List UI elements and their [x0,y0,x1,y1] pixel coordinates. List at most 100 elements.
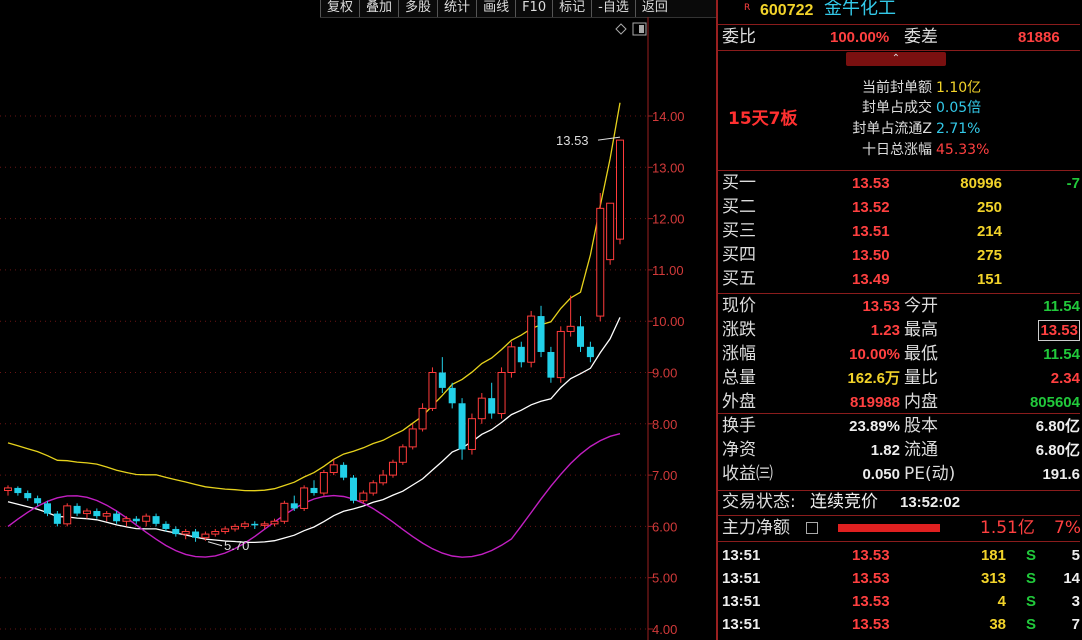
candle-body [310,487,318,494]
fund-label2: 股本 [904,416,938,436]
quote-label2: 最低 [904,344,938,364]
candle-body [340,464,348,478]
list-icon[interactable] [806,522,818,534]
main-flow-row: 主力净额 1.51亿 7% [720,517,1082,540]
candle-body [596,207,605,317]
board-streak: 15天7板 [728,109,798,129]
bid-price: 13.51 [852,223,890,240]
y-tick-label: 13.00 [652,160,685,175]
trade-status-value: 连续竞价 [810,492,878,512]
fund-row: 换手 23.89% 股本 6.80亿 [720,415,1082,438]
bid-label: 买四 [722,245,756,265]
candle-body [458,403,466,450]
tick-volume: 38 [989,616,1006,633]
fund-label: 换手 [722,416,756,436]
quote-row: 现价 13.53 今开 11.54 [720,295,1082,318]
kline-chart[interactable]: 14.00 13.00 12.00 11.00 10.00 9.00 8.00 7.00 6.0… [0,17,716,640]
y-tick-label: 14.00 [652,109,685,124]
candle-body [517,346,525,363]
toolbar-item-5[interactable]: F10 [515,0,552,17]
toolbar-item-0[interactable]: 复权 [320,0,359,17]
tick-side: S [1026,616,1037,633]
bid-row[interactable]: 买三 13.51 214 [720,220,1082,243]
toolbar-item-7[interactable]: -自选 [591,0,635,17]
board-stat-value: 2.71% [936,121,981,137]
main-flow-label: 主力净额 [722,518,790,538]
toolbar-item-3[interactable]: 统计 [437,0,476,17]
tick-row[interactable]: 13:51 13.53 313 S 14 [720,567,1082,590]
candle-body [132,518,140,522]
candle-body [290,503,298,509]
tick-count: 14 [1063,570,1080,587]
quote-row: 外盘 819988 内盘 805604 [720,391,1082,414]
candle-body [547,351,555,378]
toolbar-item-2[interactable]: 多股 [398,0,437,17]
candle-body [537,316,545,352]
toolbar-item-1[interactable]: 叠加 [359,0,398,17]
candle-body [319,472,328,494]
candle-body [616,139,624,240]
fund-value2: 191.6 [1042,466,1080,483]
quote-panel: R 600722 金牛化工 委比 100.00% 委差 81886 ⌃ 当前封单… [716,0,1082,640]
bid-volume: 275 [976,247,1002,264]
candle-body [448,387,456,404]
candle-body [300,487,309,509]
candle-body [369,482,378,494]
weibi-label: 委比 [722,27,756,47]
tick-count: 7 [1071,616,1080,633]
candle-body [477,397,486,420]
high-label: 13.53 [556,133,589,148]
quote-label: 现价 [722,296,756,316]
candle-body [221,528,230,533]
bid-row[interactable]: 买二 13.52 250 [720,196,1082,219]
y-tick-label: 7.00 [652,468,677,483]
candle-body [172,528,180,535]
toolbar-item-6[interactable]: 标记 [552,0,591,17]
bid-row[interactable]: 买一 13.53 80996 -7 [720,172,1082,195]
candle-body [280,502,289,522]
bid-volume: 250 [976,199,1002,216]
diamond-icon [615,23,627,35]
quote-value: 13.53 [862,298,900,315]
tick-count: 3 [1071,593,1080,610]
quote-value: 819988 [849,394,900,411]
bid-volume: 214 [976,223,1002,240]
tick-row[interactable]: 13:51 13.53 4 S 3 [720,590,1082,613]
candle-body [113,513,121,522]
quote-label2: 今开 [904,296,938,316]
upper-band-line [7,102,621,492]
quote-value2: 11.54 [1043,346,1080,363]
toolbar-item-4[interactable]: 画线 [476,0,515,17]
trade-status-row: 交易状态: 连续竞价 13:52:02 [720,491,1082,514]
fund-label: 净资 [722,440,756,460]
tick-side: S [1026,547,1037,564]
main-flow-bar [838,524,940,532]
bid-row[interactable]: 买五 13.49 151 [720,268,1082,291]
board-stat-value: 45.33% [936,142,990,158]
tick-row[interactable]: 13:51 13.53 181 S 5 [720,544,1082,567]
candle-body [556,330,565,379]
collapse-button[interactable]: ⌃ [846,52,946,66]
quote-value2: 11.54 [1043,298,1080,315]
y-axis: 14.00 13.00 12.00 11.00 10.00 9.00 8.00 7.00 6.0… [647,17,685,640]
weicha-value: 81886 [1018,29,1060,46]
quote-row: 总量 162.6万 量比 2.34 [720,367,1082,390]
bid-price: 13.50 [852,247,890,264]
stock-name[interactable]: 金牛化工 [824,0,896,20]
candle-body [53,513,61,524]
bid-change: -7 [1066,175,1080,192]
bid-row[interactable]: 买四 13.50 275 [720,244,1082,267]
candle-body [379,474,388,484]
tick-volume: 313 [980,570,1006,587]
y-tick-label: 9.00 [652,366,677,381]
candle-body [606,202,615,261]
toolbar-item-8[interactable]: 返回 [634,0,674,17]
chart-corner-icons[interactable] [615,22,647,36]
tick-side: S [1026,570,1037,587]
candle-body [497,372,506,415]
trade-status-time: 13:52:02 [900,494,961,511]
stock-code: 600722 [760,2,814,19]
candle-body [63,505,72,525]
tick-row[interactable]: 13:51 13.53 38 S 7 [720,613,1082,636]
candle-body [201,533,210,539]
